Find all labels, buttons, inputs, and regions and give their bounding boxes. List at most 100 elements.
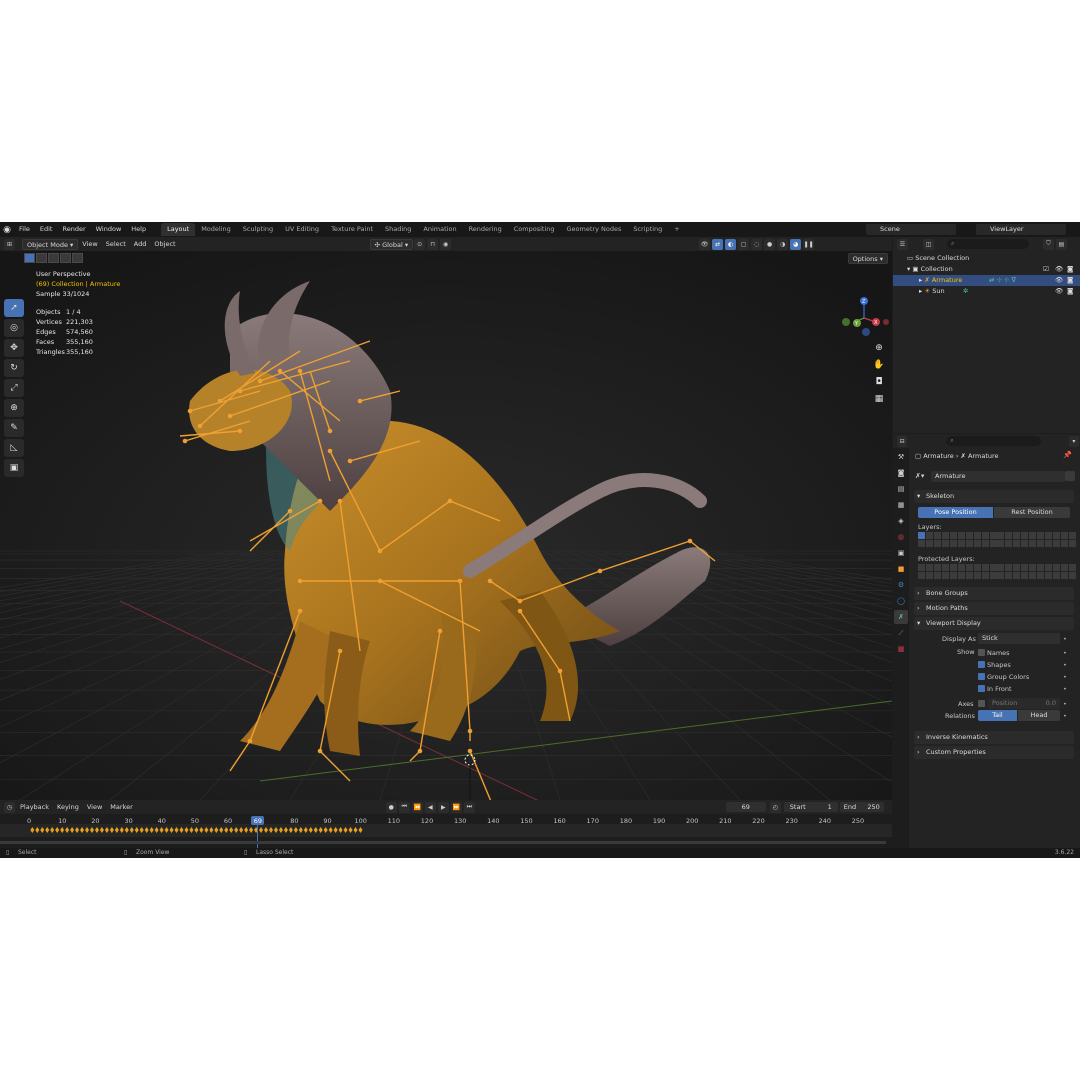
bone-joint[interactable] <box>357 398 363 404</box>
layer-toggle[interactable] <box>1013 572 1020 579</box>
view-layer-tab[interactable]: ▦ <box>894 498 908 512</box>
bone-joint[interactable] <box>237 388 243 394</box>
timeline-menu-playback[interactable]: Playback <box>16 802 53 813</box>
layer-toggle[interactable] <box>934 572 941 579</box>
zoom-view-button[interactable]: ⊕ <box>872 341 886 355</box>
bone-joint[interactable] <box>447 498 453 504</box>
layer-toggle[interactable] <box>982 564 989 571</box>
view-layer-selector[interactable]: ViewLayer <box>976 224 1066 235</box>
layer-toggle[interactable] <box>990 540 997 547</box>
texture-tab[interactable]: ▩ <box>894 642 908 656</box>
select-box-tool[interactable]: ➚ <box>4 299 24 317</box>
gizmo-neg-z[interactable] <box>862 328 870 336</box>
relations-tail-button[interactable]: Tail <box>978 710 1017 721</box>
overlay-toggle-icon[interactable]: ◐ <box>725 238 737 250</box>
layer-toggle[interactable] <box>1061 564 1068 571</box>
layer-toggle[interactable] <box>1037 532 1044 539</box>
layer-toggle[interactable] <box>1045 532 1052 539</box>
animate-property-dot[interactable]: • <box>1063 712 1067 720</box>
bone-joint[interactable] <box>457 578 463 584</box>
properties-options-icon[interactable]: ▾ <box>1068 435 1079 447</box>
visibility-icon[interactable]: 👁 <box>699 238 711 250</box>
viewport-menu-select[interactable]: Select <box>102 239 130 250</box>
bone-joint[interactable] <box>517 608 523 614</box>
bone-joint[interactable] <box>227 413 233 419</box>
add-workspace-button[interactable]: + <box>668 223 685 236</box>
armature-data-icons[interactable]: ⇄ ⊹ ⊹ ∇ <box>989 275 1016 286</box>
layer-toggle[interactable] <box>958 532 965 539</box>
layer-toggle[interactable] <box>1037 572 1044 579</box>
layer-toggle[interactable] <box>934 564 941 571</box>
layer-toggle[interactable] <box>1021 532 1028 539</box>
outliner-sun[interactable]: ▸ ☀ Sun ✲ 👁 ◙ <box>893 286 1080 297</box>
eye-icon[interactable]: 👁 <box>1055 286 1063 297</box>
bone-joint[interactable] <box>257 378 263 384</box>
start-frame-field[interactable]: Start 1 <box>783 802 838 812</box>
bone-joint[interactable] <box>247 738 253 744</box>
bone-joint[interactable] <box>187 408 193 414</box>
layer-toggle[interactable] <box>1005 564 1012 571</box>
wireframe-shading-icon[interactable]: ◌ <box>751 238 763 250</box>
snap-icon[interactable]: ⊓ <box>427 238 439 250</box>
bone-joint[interactable] <box>287 508 293 514</box>
layer-toggle[interactable] <box>974 572 981 579</box>
tab-geometry-nodes[interactable]: Geometry Nodes <box>561 223 628 236</box>
layer-toggle[interactable] <box>942 532 949 539</box>
layer-toggle[interactable] <box>918 564 925 571</box>
move-tool[interactable]: ✥ <box>4 339 24 357</box>
bone-joint[interactable] <box>347 458 353 464</box>
layer-toggle[interactable] <box>1013 564 1020 571</box>
layer-toggle[interactable] <box>1069 532 1076 539</box>
measure-tool[interactable]: ◺ <box>4 439 24 457</box>
layer-toggle[interactable] <box>1045 564 1052 571</box>
select-extend-mode[interactable] <box>36 253 47 263</box>
bone-joint[interactable] <box>337 498 343 504</box>
layer-toggle[interactable] <box>966 572 973 579</box>
pose-position-button[interactable]: Pose Position <box>918 507 993 518</box>
tab-rendering[interactable]: Rendering <box>463 223 508 236</box>
bone-joint[interactable] <box>297 608 303 614</box>
layer-toggle[interactable] <box>1053 572 1060 579</box>
layer-toggle[interactable] <box>1053 532 1060 539</box>
layer-toggle[interactable] <box>1021 572 1028 579</box>
bone-tab[interactable]: ⟋ <box>894 626 908 640</box>
3d-viewport[interactable]: Z X Y User Perspective (69) Collection |… <box>0 251 892 858</box>
gizmo-neg-x[interactable] <box>883 319 889 325</box>
layer-toggle[interactable] <box>974 564 981 571</box>
menu-edit[interactable]: Edit <box>35 222 58 237</box>
shapes-checkbox[interactable] <box>978 661 985 668</box>
custom-properties-panel-header[interactable]: › Custom Properties <box>914 746 1074 759</box>
pause-render-icon[interactable]: ❚❚ <box>803 238 815 250</box>
proportional-edit-icon[interactable]: ◉ <box>440 238 452 250</box>
timeline-menu-view[interactable]: View <box>83 802 106 813</box>
menu-file[interactable]: File <box>14 222 35 237</box>
layer-toggle[interactable] <box>1029 572 1036 579</box>
viewport-menu-view[interactable]: View <box>78 239 101 250</box>
properties-editor-icon[interactable]: ⊟ <box>897 435 908 447</box>
layer-toggle[interactable] <box>1013 532 1020 539</box>
properties-search-input[interactable]: ⌕ <box>946 436 1041 446</box>
outliner-collection[interactable]: ▾ ▣ Collection ☑ 👁 ◙ <box>893 264 1080 275</box>
layer-toggle[interactable] <box>950 564 957 571</box>
protected-layers-grid[interactable] <box>997 564 1076 579</box>
layer-toggle[interactable] <box>966 564 973 571</box>
bone-joint[interactable] <box>487 578 493 584</box>
solid-shading-icon[interactable]: ● <box>764 238 776 250</box>
bone-joint[interactable] <box>297 578 303 584</box>
layer-toggle[interactable] <box>997 532 1004 539</box>
mode-selector[interactable]: Object Mode ▾ <box>22 238 79 250</box>
layer-toggle[interactable] <box>950 532 957 539</box>
current-frame-field[interactable]: 69 <box>725 802 766 812</box>
bone-joint[interactable] <box>467 728 473 734</box>
layer-toggle[interactable] <box>966 540 973 547</box>
modifiers-tab[interactable]: ⚙ <box>894 578 908 592</box>
layer-toggle[interactable] <box>990 532 997 539</box>
layer-toggle[interactable] <box>1005 572 1012 579</box>
layer-toggle[interactable] <box>990 572 997 579</box>
bone-joint[interactable] <box>557 668 563 674</box>
animate-property-dot[interactable]: • <box>1063 635 1067 643</box>
layer-toggle[interactable] <box>974 532 981 539</box>
layer-toggle[interactable] <box>918 572 925 579</box>
layer-toggle[interactable] <box>1069 540 1076 547</box>
layer-toggle[interactable] <box>926 532 933 539</box>
